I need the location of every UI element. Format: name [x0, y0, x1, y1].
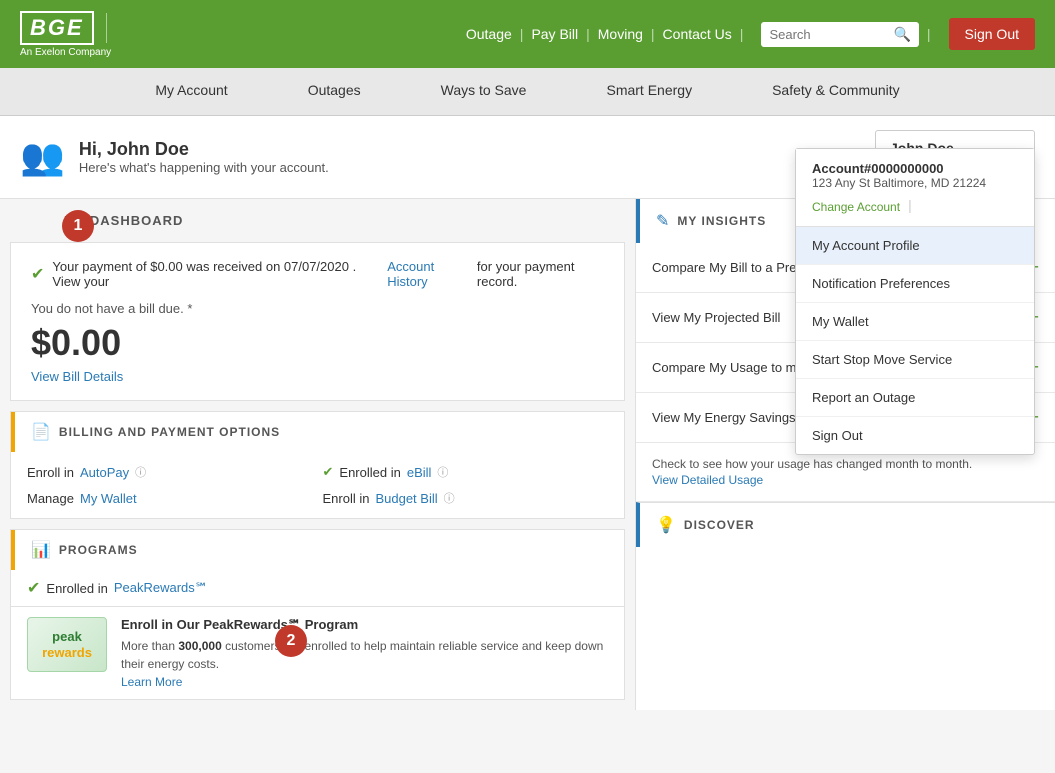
sign-out-button[interactable]: Sign Out [949, 18, 1035, 50]
nav-ways-to-save[interactable]: Ways to Save [401, 68, 567, 115]
insights-label-3: View My Energy Savings [652, 410, 796, 425]
nav-safety-community[interactable]: Safety & Community [732, 68, 940, 115]
greeting-left: 👥 Hi, John Doe Here's what's happening w… [20, 136, 329, 178]
ebill-link[interactable]: eBill [407, 465, 432, 480]
account-history-link[interactable]: Account History [387, 259, 469, 289]
contact-us-link[interactable]: Contact Us [663, 26, 732, 42]
dropdown-item-wallet[interactable]: My Wallet [796, 303, 1034, 341]
peak-promo-body: More than 300,000 customers are enrolled… [121, 637, 608, 673]
peak-rewards-promo: peakrewards Enroll in Our PeakRewards℠ P… [11, 606, 624, 699]
header-nav: Outage | Pay Bill | Moving | Contact Us … [466, 18, 1035, 50]
wallet-item: Manage My Wallet [27, 490, 313, 506]
billing-grid: Enroll in AutoPay ⓘ ✔ Enrolled in eBill … [27, 464, 608, 506]
dropdown-account-number: Account#0000000000 [812, 161, 1018, 176]
payment-text: Your payment of $0.00 was received on 07… [52, 259, 379, 289]
logo-area: BGE An Exelon Company [20, 11, 113, 58]
nav-outages[interactable]: Outages [268, 68, 401, 115]
dropdown-item-sign-out[interactable]: Sign Out [796, 417, 1034, 454]
left-column: 1 MY DASHBOARD ✔ Your payment of $0.00 w… [0, 199, 635, 710]
greeting-sub: Here's what's happening with your accoun… [79, 160, 329, 175]
greeting-text: Hi, John Doe Here's what's happening wit… [79, 139, 329, 175]
enrolled-line: ✔ Enrolled in PeakRewards℠ [11, 570, 624, 606]
greeting-name: Hi, John Doe [79, 139, 329, 160]
nav-smart-energy[interactable]: Smart Energy [566, 68, 732, 115]
dropdown-item-notifications[interactable]: Notification Preferences [796, 265, 1034, 303]
discover-title: DISCOVER [684, 518, 755, 532]
ebill-check-icon: ✔ [323, 464, 334, 480]
peak-logo: peakrewards [27, 617, 107, 672]
search-input[interactable] [769, 27, 889, 42]
autopay-item: Enroll in AutoPay ⓘ [27, 464, 313, 480]
programs-icon: 📊 [31, 540, 51, 560]
tutorial-badge-2: 2 [275, 625, 307, 657]
bill-section: ✔ Your payment of $0.00 was received on … [10, 242, 625, 401]
discover-icon: 💡 [656, 515, 676, 535]
search-box[interactable]: 🔍 [761, 22, 918, 47]
no-bill-text: You do not have a bill due. * [31, 301, 604, 316]
discover-header: 💡 DISCOVER [636, 502, 1055, 547]
peak-rewards-enrolled-link[interactable]: PeakRewards℠ [114, 580, 208, 596]
dropdown-address: 123 Any St Baltimore, MD 21224 [812, 176, 1018, 190]
view-detailed-usage-link[interactable]: View Detailed Usage [652, 473, 1039, 487]
nav-my-account[interactable]: My Account [115, 68, 267, 115]
budget-bill-item: Enroll in Budget Bill ⓘ [323, 490, 609, 506]
logo-sub: An Exelon Company [20, 47, 113, 58]
insights-icon: ✎ [656, 211, 669, 231]
peak-promo-title: Enroll in Our PeakRewards℠ Program [121, 617, 608, 633]
usage-text: Check to see how your usage has changed … [652, 457, 972, 471]
account-dropdown-menu: Account#0000000000 123 Any St Baltimore,… [795, 148, 1035, 455]
payment-notice: ✔ Your payment of $0.00 was received on … [31, 259, 604, 289]
dropdown-item-start-stop[interactable]: Start Stop Move Service [796, 341, 1034, 379]
billing-card-title: BILLING AND PAYMENT OPTIONS [59, 425, 280, 439]
peak-text: Enroll in Our PeakRewards℠ Program More … [121, 617, 608, 689]
check-icon: ✔ [31, 264, 44, 284]
bill-amount: $0.00 [31, 322, 604, 364]
view-bill-link[interactable]: View Bill Details [31, 369, 123, 384]
change-account-link[interactable]: Change Account [812, 200, 900, 214]
programs-card-title: PROGRAMS [59, 543, 138, 557]
learn-more-link[interactable]: Learn More [121, 675, 182, 689]
dropdown-item-report-outage[interactable]: Report an Outage [796, 379, 1034, 417]
dropdown-header: Account#0000000000 123 Any St Baltimore,… [796, 149, 1034, 227]
enrolled-check-icon: ✔ [27, 578, 40, 598]
main-nav: My Account Outages Ways to Save Smart En… [0, 68, 1055, 116]
dropdown-item-profile[interactable]: My Account Profile [796, 227, 1034, 265]
avatar-icon: 👥 [20, 136, 65, 178]
site-header: BGE An Exelon Company Outage | Pay Bill … [0, 0, 1055, 68]
insights-label-1: View My Projected Bill [652, 310, 780, 325]
outage-link[interactable]: Outage [466, 26, 512, 42]
insights-title: MY INSIGHTS [677, 214, 766, 228]
billing-card-body: Enroll in AutoPay ⓘ ✔ Enrolled in eBill … [11, 452, 624, 518]
billing-options-card: 📄 BILLING AND PAYMENT OPTIONS Enroll in … [10, 411, 625, 519]
tutorial-badge-1: 1 [62, 210, 94, 242]
billing-icon: 📄 [31, 422, 51, 442]
moving-link[interactable]: Moving [598, 26, 643, 42]
autopay-link[interactable]: AutoPay [80, 465, 129, 480]
payment-record-text: for your payment record. [477, 259, 604, 289]
pay-bill-link[interactable]: Pay Bill [531, 26, 578, 42]
programs-card: 📊 PROGRAMS ✔ Enrolled in PeakRewards℠ pe… [10, 529, 625, 700]
my-wallet-link[interactable]: My Wallet [80, 491, 137, 506]
programs-card-header: 📊 PROGRAMS [11, 530, 624, 570]
ebill-item: ✔ Enrolled in eBill ⓘ [323, 464, 609, 480]
logo-text: BGE [30, 15, 84, 40]
dashboard-header: 1 MY DASHBOARD [0, 199, 635, 242]
billing-card-header: 📄 BILLING AND PAYMENT OPTIONS [11, 412, 624, 452]
budget-bill-link[interactable]: Budget Bill [375, 491, 437, 506]
search-icon-button[interactable]: 🔍 [893, 26, 910, 43]
